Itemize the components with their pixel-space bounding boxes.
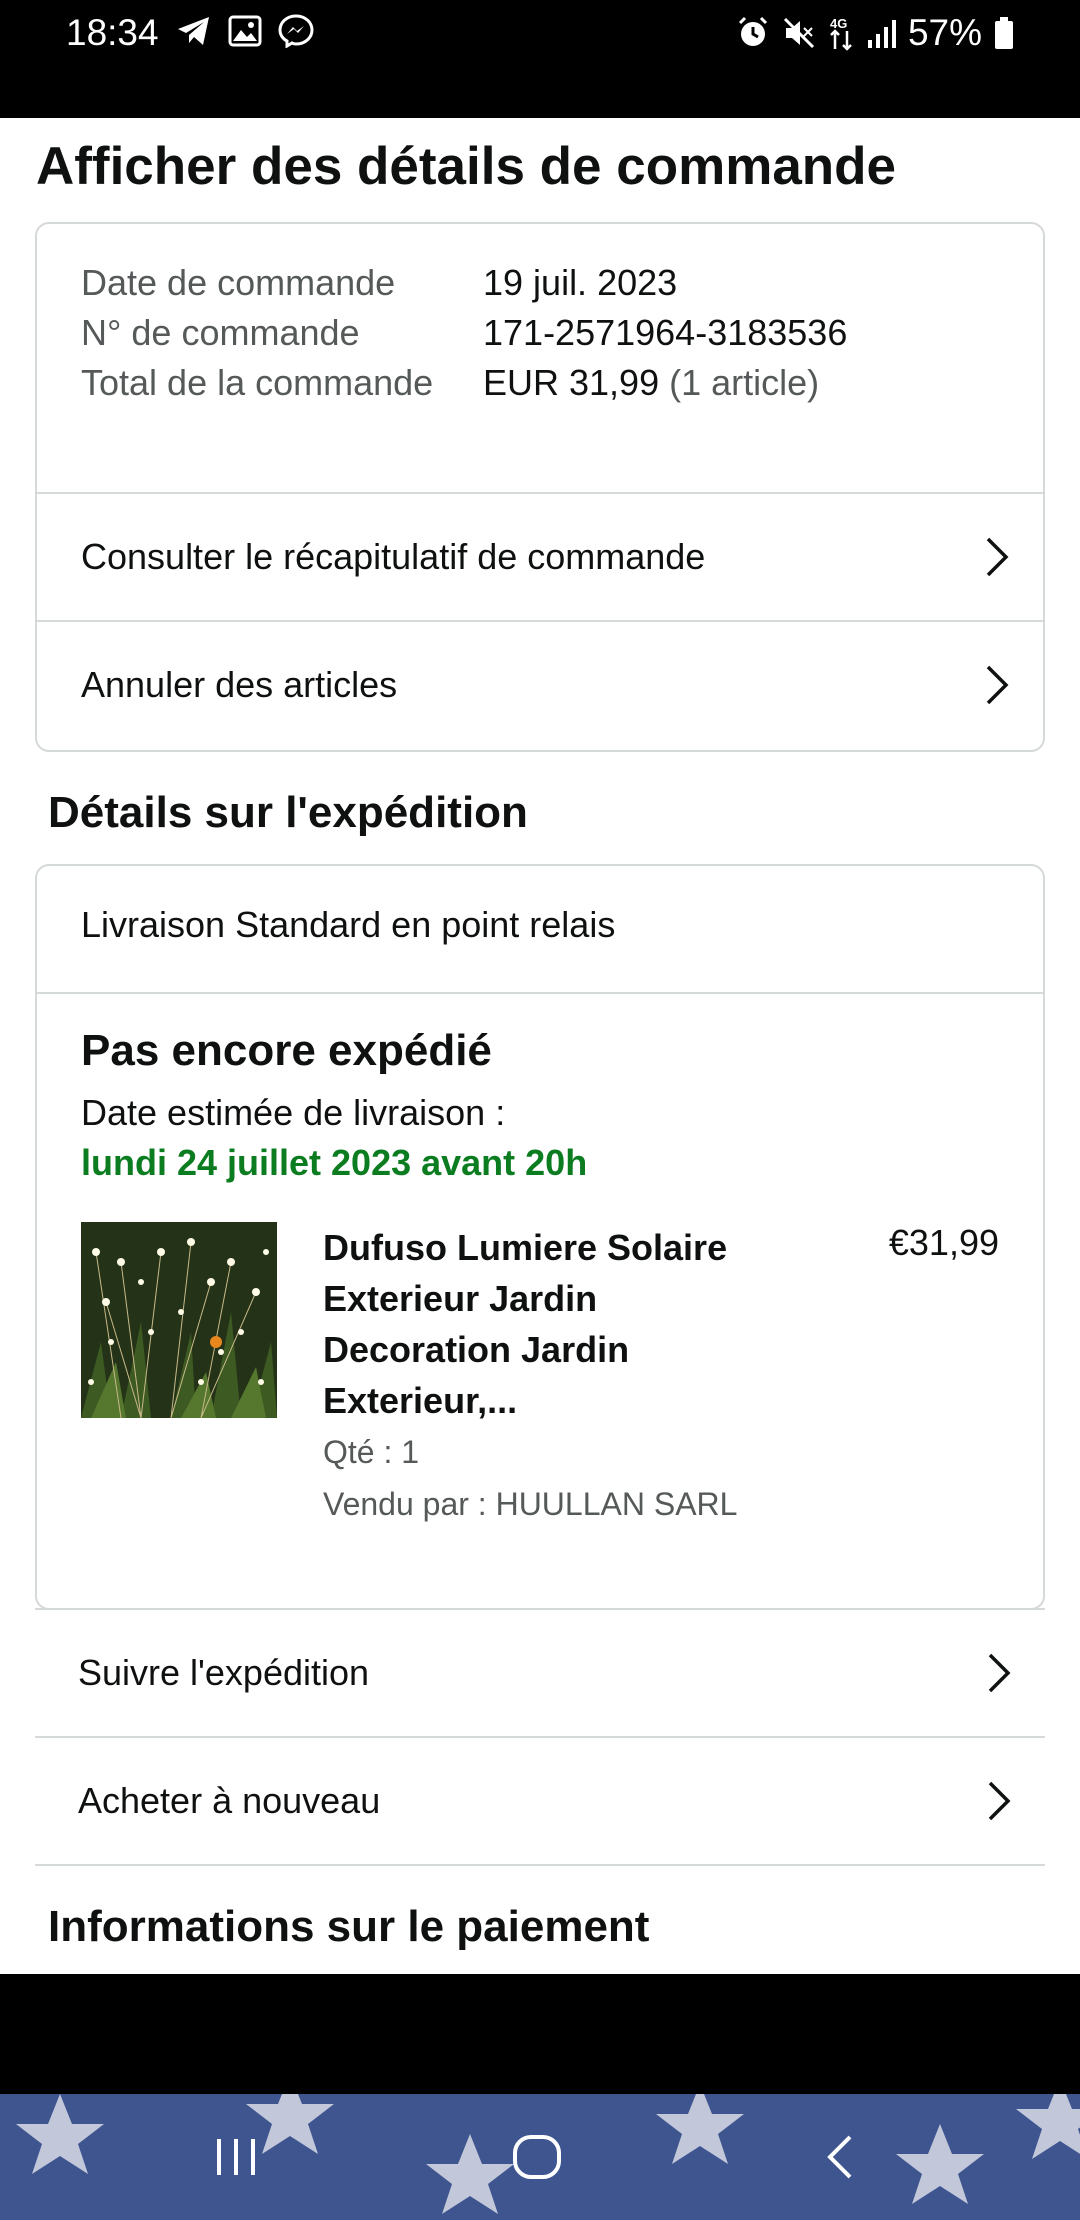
divider: [37, 992, 1043, 994]
status-time: 18:34: [66, 12, 159, 53]
battery-icon: [994, 16, 1014, 50]
system-navigation-bar: [0, 2094, 1080, 2220]
order-recap-label: Consulter le récapitulatif de commande: [81, 536, 706, 577]
order-date-value: 19 juil. 2023: [483, 262, 678, 303]
svg-text:4G: 4G: [830, 16, 847, 31]
buy-again-link[interactable]: Acheter à nouveau: [35, 1736, 1045, 1864]
messenger-icon: [278, 14, 314, 48]
cancel-items-link[interactable]: Annuler des articles: [37, 620, 1043, 748]
4g-data-icon: 4G: [828, 15, 854, 51]
alarm-icon: [736, 16, 770, 50]
order-total-label: Total de la commande: [81, 362, 434, 403]
telegram-icon: [176, 15, 212, 47]
buy-again-label: Acheter à nouveau: [78, 1780, 381, 1821]
shipping-method: Livraison Standard en point relais: [81, 904, 616, 945]
shipping-status: Pas encore expédié: [81, 1026, 492, 1075]
status-right-icons: 4G 57%: [736, 12, 1014, 54]
back-icon: [827, 2135, 852, 2179]
product-title[interactable]: Dufuso Lumiere Solaire Exterieur Jardin …: [323, 1222, 763, 1426]
shipping-section-title: Détails sur l'expédition: [48, 788, 528, 837]
product-seller: Vendu par : HUULLAN SARL: [323, 1486, 738, 1522]
shipping-card: Livraison Standard en point relais Pas e…: [35, 864, 1045, 1610]
chevron-right-icon: [988, 1781, 1011, 1821]
chevron-right-icon: [986, 537, 1009, 577]
divider: [35, 1864, 1045, 1866]
solar-garden-lights-image: [81, 1222, 277, 1418]
product-quantity: Qté : 1: [323, 1434, 420, 1470]
status-bar: 18:34 4G 57%: [0, 0, 1080, 118]
gallery-icon: [228, 15, 262, 47]
order-info: Date de commande 19 juil. 2023 N° de com…: [81, 258, 1001, 486]
payment-section-title: Informations sur le paiement: [48, 1902, 650, 1951]
order-number-label: N° de commande: [81, 312, 360, 353]
order-total-value: EUR 31,99 (1 article): [483, 358, 819, 408]
order-number-value: 171-2571964-3183536: [483, 312, 848, 353]
product-price: €31,99: [888, 1222, 999, 1263]
mute-icon: [782, 16, 816, 50]
track-shipment-label: Suivre l'expédition: [78, 1652, 370, 1693]
status-left-icons: [176, 14, 314, 48]
track-shipment-link[interactable]: Suivre l'expédition: [35, 1608, 1045, 1736]
order-total-items: (1 article): [669, 362, 820, 403]
page-title: Afficher des détails de commande: [36, 137, 897, 196]
recents-icon: [217, 2139, 255, 2175]
home-icon: [513, 2135, 561, 2179]
home-button[interactable]: [497, 2122, 577, 2192]
order-recap-link[interactable]: Consulter le récapitulatif de commande: [37, 492, 1043, 620]
order-details-page: Afficher des détails de commande Date de…: [0, 118, 1080, 1974]
chevron-right-icon: [988, 1653, 1011, 1693]
chevron-right-icon: [986, 665, 1009, 705]
cancel-items-label: Annuler des articles: [81, 664, 398, 705]
product-image[interactable]: [81, 1222, 277, 1418]
order-date-label: Date de commande: [81, 262, 396, 303]
back-button[interactable]: [800, 2122, 880, 2192]
battery-percent: 57%: [907, 12, 982, 53]
order-summary-card: Date de commande 19 juil. 2023 N° de com…: [35, 222, 1045, 752]
order-total-amount: EUR 31,99: [483, 362, 660, 403]
signal-icon: [866, 16, 896, 50]
delivery-estimate-date: lundi 24 juillet 2023 avant 20h: [81, 1142, 588, 1183]
recents-button[interactable]: [196, 2122, 276, 2192]
delivery-estimate-label: Date estimée de livraison :: [81, 1092, 506, 1133]
